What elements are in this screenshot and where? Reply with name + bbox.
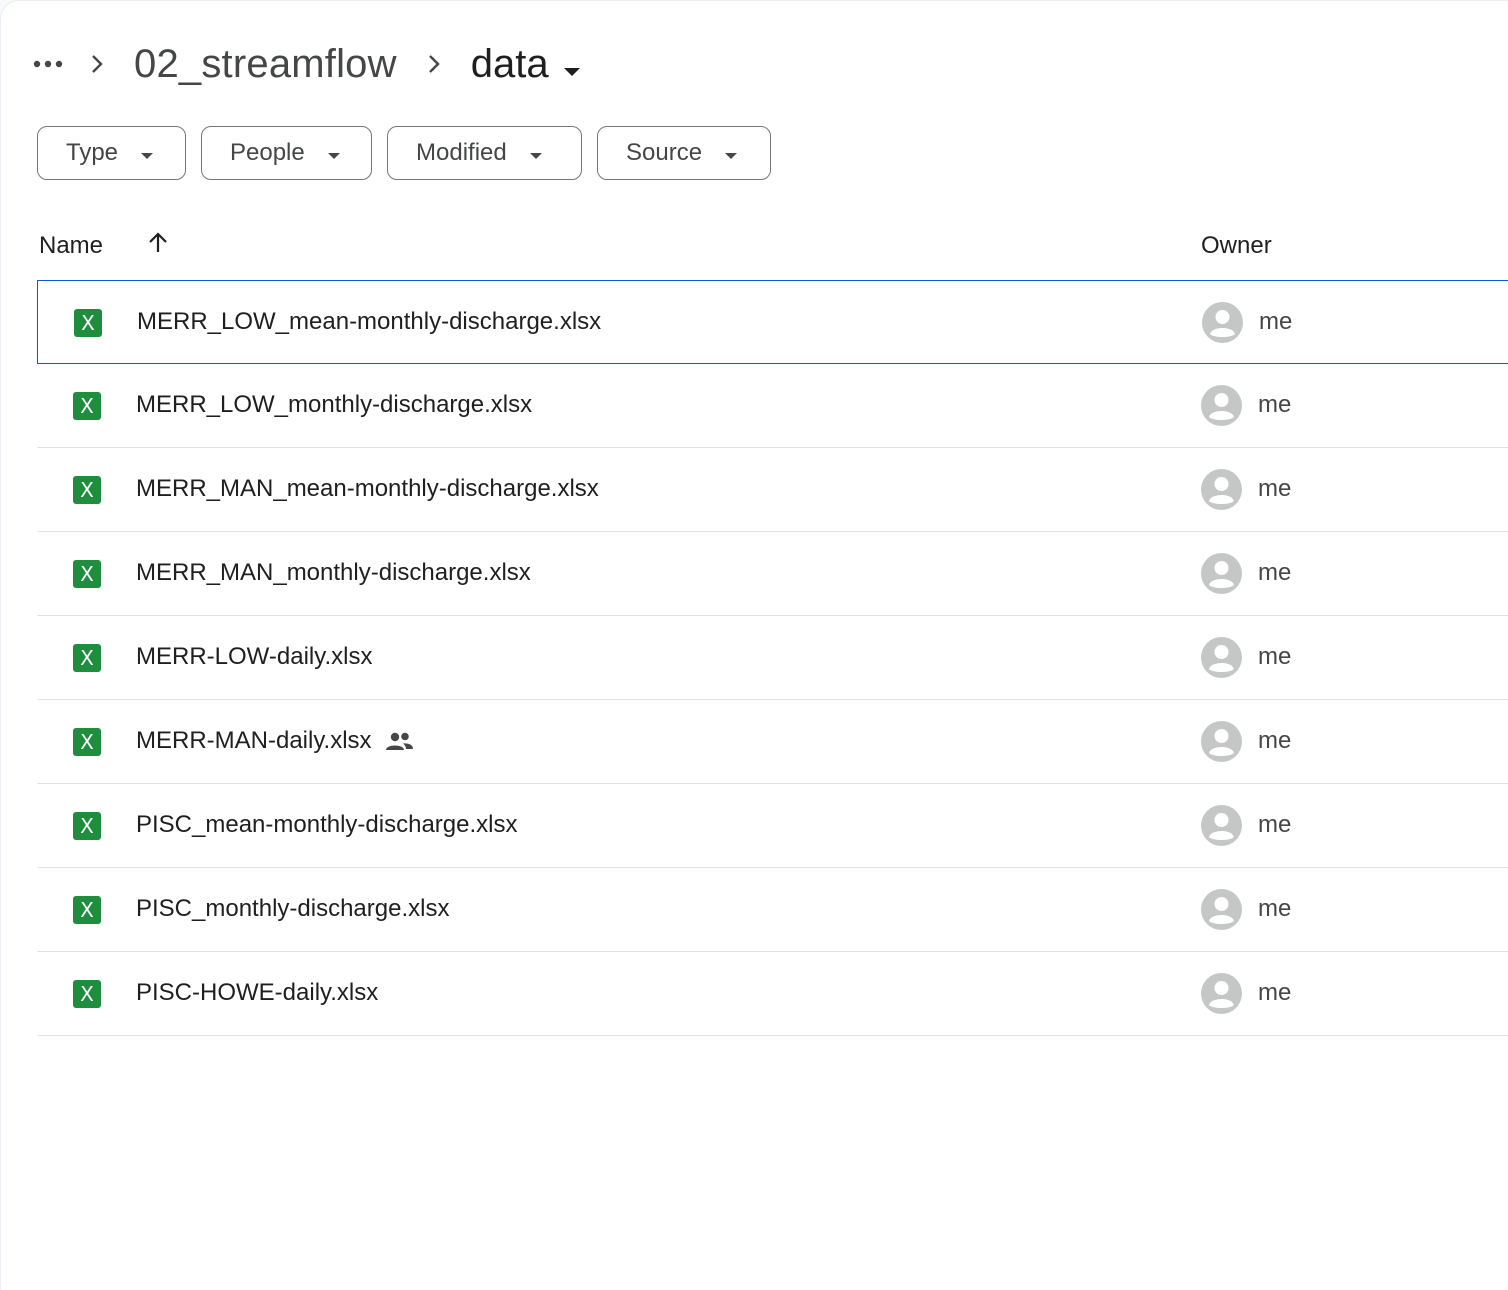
chevron-right-icon [405, 44, 463, 84]
arrow-drop-down-icon [140, 139, 154, 167]
arrow-drop-down-icon [327, 139, 341, 167]
chip-label: Type [66, 139, 119, 166]
breadcrumb-parent-folder[interactable]: 02_streamflow [126, 36, 405, 92]
table-row[interactable]: X MERR-MAN-daily.xlsx me [37, 700, 1508, 784]
avatar [1201, 385, 1242, 426]
table-row[interactable]: X PISC_mean-monthly-discharge.xlsx me [37, 784, 1508, 868]
table-row[interactable]: X PISC_monthly-discharge.xlsx me [37, 868, 1508, 952]
file-name: MERR_MAN_mean-monthly-discharge.xlsx [136, 475, 599, 502]
avatar [1202, 302, 1243, 343]
file-name: MERR-LOW-daily.xlsx [136, 643, 373, 670]
arrow-drop-down-icon [724, 139, 738, 167]
avatar [1201, 805, 1242, 846]
owner-label: me [1258, 979, 1292, 1006]
owner-label: me [1258, 559, 1292, 586]
current-folder-label: data [470, 41, 549, 86]
drive-file-list-page: 02_streamflow data Type People Modified … [0, 0, 1508, 1290]
table-row[interactable]: X MERR_MAN_monthly-discharge.xlsx me [37, 532, 1508, 616]
table-row[interactable]: X MERR_LOW_mean-monthly-discharge.xlsx m… [37, 280, 1508, 364]
modified-filter-chip[interactable]: Modified [387, 126, 582, 180]
avatar [1201, 637, 1242, 678]
arrow-drop-down-icon [529, 139, 543, 167]
file-name: PISC_mean-monthly-discharge.xlsx [136, 811, 518, 838]
excel-file-icon: X [73, 476, 101, 504]
source-filter-chip[interactable]: Source [597, 126, 771, 180]
chip-label: People [230, 139, 305, 166]
table-row[interactable]: X MERR-LOW-daily.xlsx me [37, 616, 1508, 700]
file-name: PISC_monthly-discharge.xlsx [136, 895, 450, 922]
arrow-upward-icon[interactable] [145, 230, 171, 256]
excel-file-icon: X [73, 812, 101, 840]
people-filter-chip[interactable]: People [201, 126, 372, 180]
owner-label: me [1258, 811, 1292, 838]
file-name: MERR_LOW_mean-monthly-discharge.xlsx [137, 308, 602, 335]
excel-file-icon: X [73, 896, 101, 924]
excel-file-icon: X [74, 309, 102, 337]
file-name: MERR-MAN-daily.xlsx [136, 727, 416, 755]
excel-file-icon: X [73, 560, 101, 588]
table-row[interactable]: X PISC-HOWE-daily.xlsx me [37, 952, 1508, 1036]
avatar [1201, 973, 1242, 1014]
owner-label: me [1259, 308, 1293, 335]
excel-file-icon: X [73, 392, 101, 420]
excel-file-icon: X [73, 728, 101, 756]
avatar [1201, 889, 1242, 930]
more-horiz-icon[interactable] [28, 44, 68, 84]
owner-label: me [1258, 727, 1292, 754]
file-name: MERR_MAN_monthly-discharge.xlsx [136, 559, 531, 586]
file-name: MERR_LOW_monthly-discharge.xlsx [136, 391, 533, 418]
owner-label: me [1258, 391, 1292, 418]
type-filter-chip[interactable]: Type [37, 126, 186, 180]
breadcrumb: 02_streamflow data [28, 36, 591, 92]
shared-people-icon [384, 729, 416, 753]
avatar [1201, 553, 1242, 594]
table-header: Name Owner [37, 218, 1508, 274]
file-name: PISC-HOWE-daily.xlsx [136, 979, 379, 1006]
chip-label: Source [626, 139, 703, 166]
excel-file-icon: X [73, 644, 101, 672]
avatar [1201, 721, 1242, 762]
breadcrumb-current-folder[interactable]: data [463, 36, 591, 92]
filter-chips: Type People Modified Source [37, 126, 786, 180]
avatar [1201, 469, 1242, 510]
name-column-header[interactable]: Name [39, 232, 103, 260]
owner-label: me [1258, 475, 1292, 502]
table-row[interactable]: X MERR_MAN_mean-monthly-discharge.xlsx m… [37, 448, 1508, 532]
owner-column-header[interactable]: Owner [1201, 232, 1272, 260]
table-row[interactable]: X MERR_LOW_monthly-discharge.xlsx me [37, 364, 1508, 448]
chevron-right-icon [68, 44, 126, 84]
chip-label: Modified [416, 139, 507, 166]
excel-file-icon: X [73, 980, 101, 1008]
owner-label: me [1258, 895, 1292, 922]
owner-label: me [1258, 643, 1292, 670]
arrow-drop-down-icon [563, 42, 581, 87]
file-list: X MERR_LOW_mean-monthly-discharge.xlsx m… [37, 280, 1508, 1036]
